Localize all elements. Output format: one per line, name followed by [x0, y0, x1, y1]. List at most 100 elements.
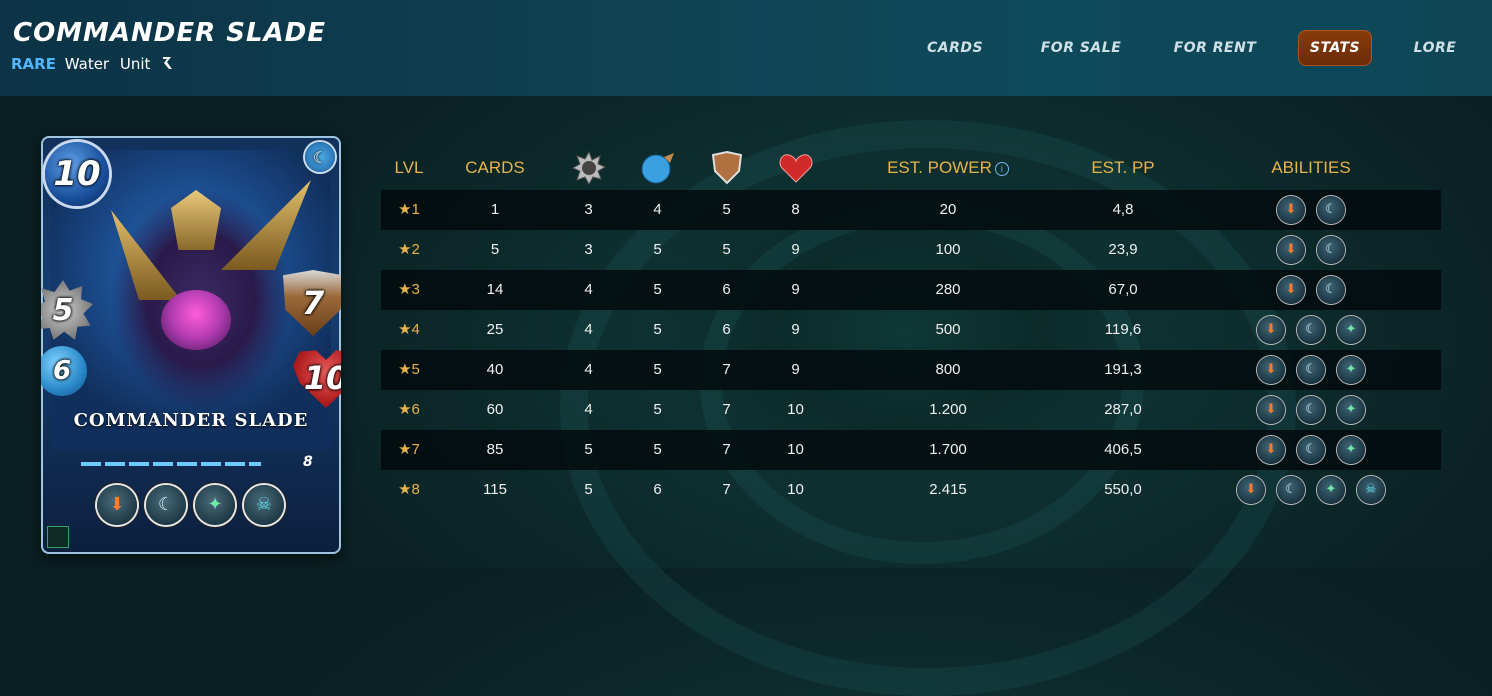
cell-health: 10	[787, 481, 804, 498]
cell-cards: 115	[483, 481, 507, 498]
void-icon-glyph: ✦	[1325, 482, 1337, 497]
inspire-icon[interactable]: ⬇	[1277, 196, 1305, 224]
cleanse-icon[interactable]: ☠	[1357, 476, 1385, 504]
table-body: ★1 1 3 4 5 8 20 4,8 ⬇ ☾ ★2 5 3 5 5 9 100 23,9 ⬇ ☾ ★3 14 4 5 6 9 28…	[381, 190, 1441, 510]
level-value: 1	[411, 201, 420, 218]
tab-lore[interactable]: LORE	[1410, 30, 1460, 66]
tab-stats[interactable]: STATS	[1298, 30, 1372, 66]
card-art-horn	[221, 180, 311, 270]
cell-armor: 7	[722, 401, 731, 418]
void-icon[interactable]: ✦	[1337, 436, 1365, 464]
star-icon: ★	[398, 441, 412, 458]
cell-cards: 40	[486, 361, 504, 378]
inspire-icon-glyph: ⬇	[1285, 282, 1297, 297]
reach-icon-glyph: ☾	[1285, 482, 1297, 497]
header-est-pp: EST. PP	[1091, 158, 1155, 177]
reach-icon-glyph: ☾	[1325, 202, 1337, 217]
table-row: ★3 14 4 5 6 9 280 67,0 ⬇ ☾	[381, 270, 1441, 310]
inspire-icon-glyph: ⬇	[1285, 202, 1297, 217]
void-icon[interactable]: ✦	[1337, 316, 1365, 344]
inspire-icon[interactable]: ⬇	[1257, 316, 1285, 344]
level-value: 3	[411, 281, 420, 298]
cell-ranged: 5	[653, 241, 662, 258]
cell-est-power: 20	[939, 201, 957, 218]
card-subtitle: RARE Water Unit	[11, 55, 175, 73]
cell-health: 9	[791, 361, 800, 378]
card-art-horn	[111, 210, 181, 300]
inspire-icon[interactable]: ⬇	[1257, 396, 1285, 424]
ranged-icon	[635, 150, 680, 186]
inspire-icon[interactable]: ⬇	[1257, 436, 1285, 464]
reach-icon[interactable]: ☾	[1297, 396, 1325, 424]
card-art-mouth	[161, 290, 231, 350]
cell-armor: 5	[722, 201, 731, 218]
tab-for-sale[interactable]: FOR SALE	[1036, 30, 1126, 66]
cell-cards: 5	[490, 241, 500, 258]
cell-armor: 5	[722, 241, 731, 258]
reach-icon[interactable]: ☾	[1317, 276, 1345, 304]
cell-est-power: 1.200	[929, 401, 967, 418]
reach-icon[interactable]: ☾	[1297, 436, 1325, 464]
reach-icon[interactable]: ☾	[1317, 236, 1345, 264]
inspire-icon[interactable]: ⬇	[1257, 356, 1285, 384]
tab-for-rent[interactable]: FOR RENT	[1170, 30, 1260, 66]
void-icon[interactable]: ✦	[1317, 476, 1345, 504]
cell-melee: 3	[584, 201, 593, 218]
level-value: 5	[411, 361, 420, 378]
cell-armor: 6	[722, 281, 731, 298]
cell-ranged: 5	[653, 321, 662, 338]
inspire-icon[interactable]: ⬇	[1237, 476, 1265, 504]
cell-melee: 4	[584, 361, 593, 378]
cell-cards: 85	[486, 441, 504, 458]
inspire-icon[interactable]: ⬇	[97, 485, 137, 525]
mana-cost: 10	[45, 142, 109, 206]
cell-est-pp: 406,5	[1104, 441, 1142, 458]
cell-ranged: 5	[653, 401, 662, 418]
reach-icon-glyph: ☾	[1305, 322, 1317, 337]
type-label: Unit	[119, 55, 151, 73]
inspire-icon-glyph: ⬇	[1265, 362, 1277, 377]
cell-armor: 7	[722, 441, 731, 458]
star-icon: ★	[398, 401, 412, 418]
page-title: COMMANDER SLADE	[13, 18, 326, 48]
inspire-icon[interactable]: ⬇	[1277, 276, 1305, 304]
element-label: Water	[64, 55, 110, 73]
cell-lvl: ★8	[381, 470, 437, 510]
reach-icon-glyph: ☾	[1305, 362, 1317, 377]
tab-cards[interactable]: CARDS	[920, 30, 990, 66]
cell-ranged: 4	[653, 201, 662, 218]
reach-icon[interactable]: ☾	[1317, 196, 1345, 224]
melee-icon	[566, 150, 611, 186]
star-icon: ★	[398, 201, 412, 218]
cell-armor: 7	[722, 481, 731, 498]
unit-icon	[163, 57, 173, 69]
reach-icon[interactable]: ☾	[146, 485, 186, 525]
cell-est-power: 500	[935, 321, 961, 338]
armor-icon	[704, 150, 749, 186]
cell-health: 8	[791, 201, 800, 218]
info-icon[interactable]: i	[994, 162, 1009, 176]
inspire-icon-glyph: ⬇	[1265, 322, 1277, 337]
cell-health: 9	[791, 241, 800, 258]
inspire-icon-glyph: ⬇	[1265, 442, 1277, 457]
reach-icon[interactable]: ☾	[1277, 476, 1305, 504]
health-icon	[773, 150, 818, 186]
table-row: ★7 85 5 5 7 10 1.700 406,5 ⬇ ☾ ✦	[381, 430, 1441, 470]
cell-melee: 5	[584, 441, 593, 458]
void-icon[interactable]: ✦	[1337, 396, 1365, 424]
header-lvl: LVL	[394, 158, 424, 177]
cell-health: 9	[791, 321, 800, 338]
reach-icon[interactable]: ☾	[1297, 316, 1325, 344]
cell-est-power: 2.415	[929, 481, 967, 498]
reach-icon-glyph: ☾	[1305, 402, 1317, 417]
cell-melee: 3	[584, 241, 593, 258]
reach-icon[interactable]: ☾	[1297, 356, 1325, 384]
void-icon[interactable]: ✦	[195, 485, 235, 525]
table-row: ★4 25 4 5 6 9 500 119,6 ⬇ ☾ ✦	[381, 310, 1441, 350]
inspire-icon[interactable]: ⬇	[1277, 236, 1305, 264]
void-icon-glyph: ✦	[1345, 442, 1357, 457]
cell-melee: 4	[584, 281, 593, 298]
cleanse-icon[interactable]: ☠	[244, 485, 284, 525]
header-est-power: EST. POWER i	[873, 150, 1023, 186]
void-icon[interactable]: ✦	[1337, 356, 1365, 384]
